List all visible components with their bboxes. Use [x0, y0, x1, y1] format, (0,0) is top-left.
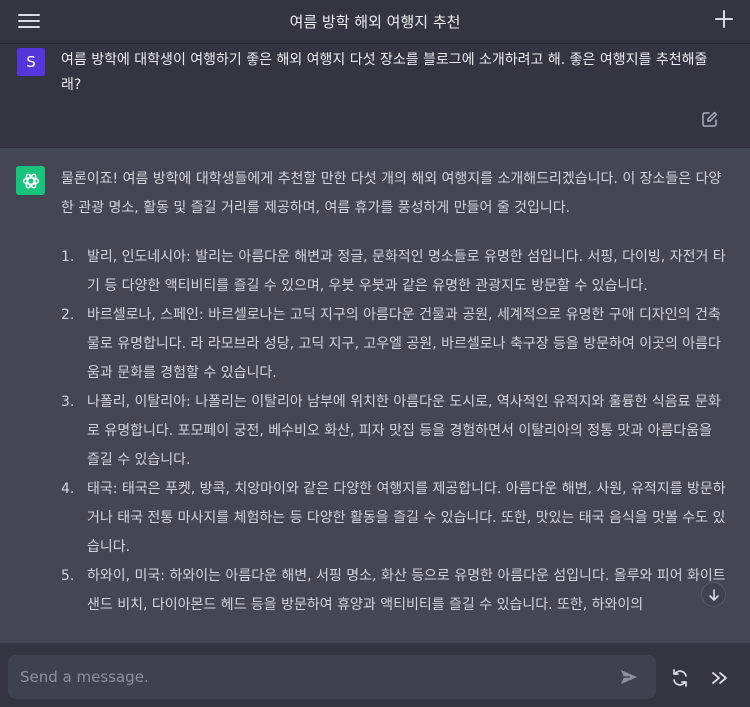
composer-area [0, 643, 750, 707]
list-item: 2. 바르셀로나, 스페인: 바르셀로나는 고딕 지구의 아름다운 건물과 공원,… [61, 301, 726, 388]
list-item-number: 4. [61, 481, 75, 497]
user-message-text: 여름 방학에 대학생이 여행하기 좋은 해외 여행지 다섯 장소를 블로그에 소… [61, 52, 708, 93]
list-item-text: 나폴리, 이탈리아: 나폴리는 이탈리아 남부에 위치한 아름다운 도시로, 역… [87, 394, 721, 468]
list-item: 3. 나폴리, 이탈리아: 나폴리는 이탈리아 남부에 위치한 아름다운 도시로,… [61, 388, 726, 475]
list-item-number: 5. [61, 568, 75, 584]
top-bar: 여름 방학 해외 여행지 추천 [0, 0, 750, 44]
regenerate-button[interactable] [670, 668, 692, 690]
continue-generating-button[interactable] [710, 668, 732, 690]
list-item-text: 하와이, 미국: 하와이는 아름다운 해변, 서핑 명소, 화산 등으로 유명한… [87, 568, 726, 613]
message-input[interactable] [20, 655, 610, 699]
list-item-number: 1. [61, 249, 75, 265]
list-item: 5. 하와이, 미국: 하와이는 아름다운 해변, 서핑 명소, 화산 등으로 유… [61, 562, 726, 620]
user-avatar: S [17, 48, 45, 76]
send-icon [621, 670, 637, 684]
assistant-intro-text: 물론이죠! 여름 방학에 대학생들에게 추천할 만한 다섯 개의 해외 여행지를… [61, 171, 722, 216]
refresh-icon [673, 669, 687, 687]
list-item: 1. 발리, 인도네시아: 발리는 아름다운 해변과 정글, 문화적인 명소들로 … [61, 243, 726, 301]
send-button[interactable] [619, 667, 641, 689]
plus-icon [715, 10, 733, 28]
edit-icon[interactable] [701, 110, 719, 128]
list-item: 4. 태국: 태국은 푸켓, 방콕, 치앙마이와 같은 다양한 여행지를 제공합니… [61, 475, 726, 562]
conversation-title: 여름 방학 해외 여행지 추천 [289, 13, 461, 31]
list-item-number: 3. [61, 394, 75, 410]
arrow-down-icon [708, 588, 719, 601]
scroll-to-bottom-button[interactable] [701, 582, 726, 607]
assistant-message: 물론이죠! 여름 방학에 대학생들에게 추천할 만한 다섯 개의 해외 여행지를… [0, 147, 750, 643]
list-item-text: 바르셀로나, 스페인: 바르셀로나는 고딕 지구의 아름다운 건물과 공원, 세… [87, 307, 721, 381]
list-item-text: 발리, 인도네시아: 발리는 아름다운 해변과 정글, 문화적인 명소들로 유명… [87, 249, 726, 294]
new-chat-button[interactable] [714, 9, 734, 33]
destination-list: 1. 발리, 인도네시아: 발리는 아름다운 해변과 정글, 문화적인 명소들로 … [61, 243, 726, 620]
list-item-text: 태국: 태국은 푸켓, 방콕, 치앙마이와 같은 다양한 여행지를 제공합니다.… [87, 481, 726, 555]
openai-logo-icon [16, 166, 45, 195]
fast-forward-icon [712, 672, 727, 684]
list-item-number: 2. [61, 307, 75, 323]
message-input-container [8, 655, 656, 699]
